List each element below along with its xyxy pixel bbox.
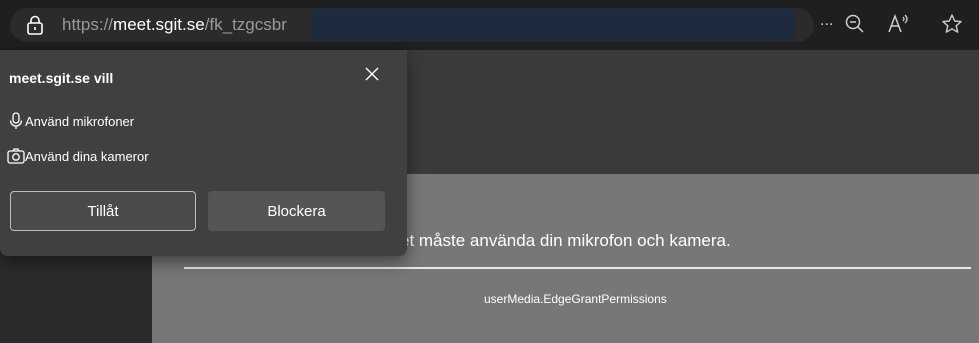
camera-icon: [7, 148, 25, 164]
url-scheme: https://: [62, 15, 114, 34]
zoom-out-icon[interactable]: [843, 12, 867, 36]
divider: [184, 267, 971, 269]
read-aloud-icon[interactable]: [886, 12, 910, 36]
microphone-icon: [9, 112, 23, 129]
popup-title: meet.sgit.se vill: [9, 70, 114, 86]
url-path: /fk_tzgcsbr: [204, 15, 287, 34]
favorite-star-icon[interactable]: [940, 12, 964, 36]
permission-microphone: Använd mikrofoner: [25, 114, 135, 129]
permission-message: et måste använda din mikrofon och kamera…: [400, 231, 731, 250]
lock-icon[interactable]: [24, 14, 46, 36]
browser-toolbar: https://meet.sgit.se/fk_tzgcsbr ...: [0, 0, 979, 50]
block-button[interactable]: Blockera: [208, 191, 385, 231]
close-icon[interactable]: [360, 62, 384, 86]
more-button[interactable]: ...: [820, 12, 833, 30]
permission-popup: meet.sgit.se vill Använd mikrofoner Anvä…: [0, 50, 407, 256]
redacted-region: [312, 9, 794, 41]
allow-button[interactable]: Tillåt: [10, 191, 196, 231]
error-code: userMedia.EdgeGrantPermissions: [484, 292, 667, 306]
url-text[interactable]: https://meet.sgit.se/fk_tzgcsbr: [62, 15, 287, 35]
url-host: meet.sgit.se: [113, 15, 205, 34]
permission-camera: Använd dina kameror: [25, 149, 149, 164]
